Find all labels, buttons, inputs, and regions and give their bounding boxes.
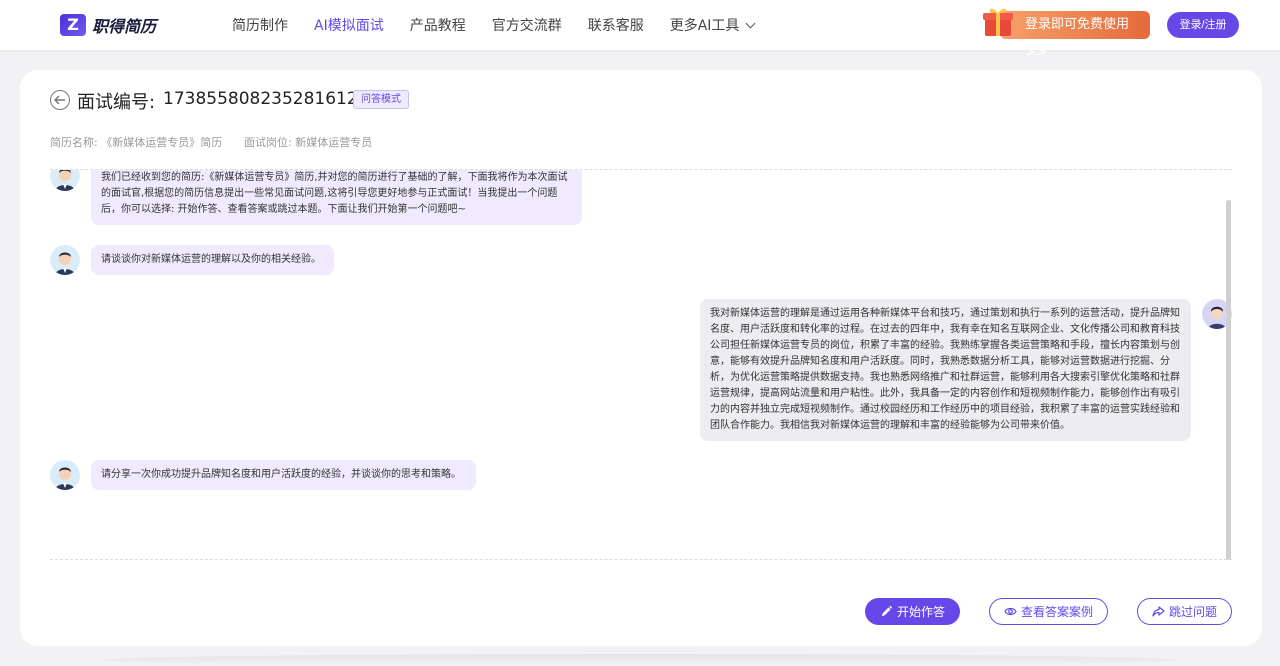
- interview-number-value: 1738558082352816128: [163, 89, 369, 109]
- start-answer-label: 开始作答: [896, 605, 945, 619]
- interview-number-label: 面试编号:: [77, 92, 156, 113]
- nav-community-group[interactable]: 官方交流群: [492, 15, 562, 35]
- interview-position: 面试岗位: 新媒体运营专员: [244, 136, 373, 149]
- interviewer-avatar: [50, 170, 80, 191]
- start-answer-button[interactable]: 开始作答: [865, 598, 960, 625]
- nav-resume-builder[interactable]: 简历制作: [232, 15, 288, 35]
- page-bottom-shadow: [100, 654, 1180, 666]
- view-sample-answer-label: 查看答案案例: [1020, 605, 1093, 619]
- chat-history[interactable]: 我们已经收到您的简历:《新媒体运营专员》简历,并对您的简历进行了基础的了解，下面…: [50, 170, 1232, 560]
- skip-question-label: 跳过问题: [1168, 605, 1217, 619]
- nav-more-ai-tools[interactable]: 更多AI工具: [669, 15, 756, 35]
- share-forward-icon: [1152, 606, 1165, 617]
- interviewer-avatar: [50, 460, 80, 490]
- eye-icon: [1004, 607, 1017, 616]
- divider-bottom: [50, 559, 1232, 560]
- back-arrow-icon[interactable]: [50, 90, 70, 110]
- nav-tutorials[interactable]: 产品教程: [410, 15, 466, 35]
- main-nav: 简历制作 AI模拟面试 产品教程 官方交流群 联系客服 更多AI工具: [232, 0, 780, 50]
- mode-badge: 问答模式: [353, 90, 409, 109]
- nav-customer-service[interactable]: 联系客服: [588, 15, 644, 35]
- pencil-icon: [881, 605, 893, 616]
- resume-name: 简历名称: 《新媒体运营专员》简历: [50, 136, 223, 149]
- logo-mark: Z: [60, 14, 86, 36]
- ai-message-bubble: 请谈谈你对新媒体运营的理解以及你的相关经验。: [91, 245, 334, 275]
- nav-more-ai-tools-label: 更多AI工具: [669, 18, 740, 34]
- brand-logo[interactable]: Z 职得简历: [60, 13, 156, 37]
- login-register-button[interactable]: 登录/注册: [1167, 12, 1239, 38]
- chevron-down-icon: [745, 18, 756, 28]
- gift-box-icon: [983, 8, 1013, 36]
- logo-text: 职得简历: [92, 17, 157, 36]
- user-answer-bubble: 我对新媒体运营的理解是通过运用各种新媒体平台和技巧，通过策划和执行一系列的运营活…: [700, 299, 1191, 441]
- interview-card: 面试编号: 1738558082352816128 问答模式 简历名称: 《新媒…: [20, 70, 1262, 646]
- ai-message-bubble: 请分享一次你成功提升品牌知名度和用户活跃度的经验，并谈谈你的思考和策略。: [91, 460, 476, 490]
- nav-ai-mock-interview[interactable]: AI模拟面试: [314, 15, 384, 35]
- view-sample-answer-button[interactable]: 查看答案案例: [989, 598, 1108, 625]
- ai-message-bubble: 我们已经收到您的简历:《新媒体运营专员》简历,并对您的简历进行了基础的了解，下面…: [91, 170, 582, 225]
- free-trial-promo-button[interactable]: 登录即可免费使用 >>: [1000, 11, 1150, 60]
- interviewer-avatar: [50, 245, 80, 275]
- skip-question-button[interactable]: 跳过问题: [1137, 598, 1232, 625]
- chat-scrollbar[interactable]: [1226, 200, 1231, 560]
- top-navigation-bar: Z 职得简历 简历制作 AI模拟面试 产品教程 官方交流群 联系客服 更多AI工…: [0, 0, 1280, 60]
